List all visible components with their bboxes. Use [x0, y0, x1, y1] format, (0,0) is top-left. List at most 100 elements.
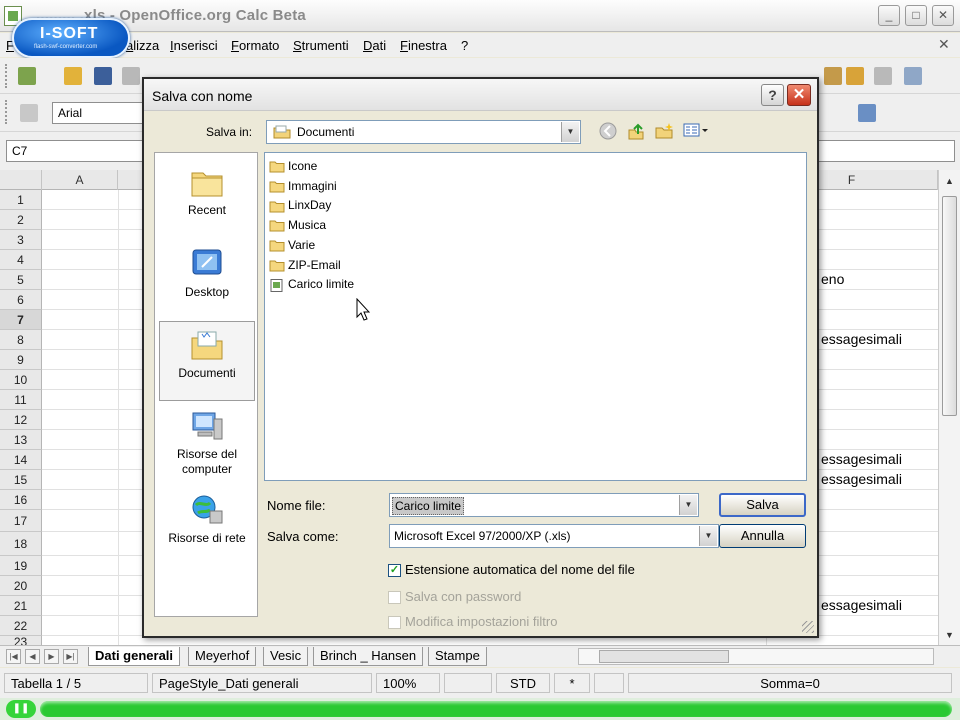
folder-item[interactable]: LinxDay	[269, 196, 331, 214]
menu-inserisci[interactable]: Inserisci	[170, 38, 218, 53]
vertical-scrollbar[interactable]: ▲ ▼	[938, 170, 960, 647]
folder-item[interactable]: Varie	[269, 236, 315, 254]
menu-finestra[interactable]: Finestra	[400, 38, 447, 53]
row-header[interactable]: 15	[0, 470, 42, 490]
row-header[interactable]: 13	[0, 430, 42, 450]
file-item[interactable]: Carico limite	[269, 275, 354, 293]
row-header[interactable]: 11	[0, 390, 42, 410]
cell-text[interactable]: essagesimali	[821, 471, 902, 487]
save-button[interactable]: Salva	[719, 493, 806, 517]
new-document-icon[interactable]	[18, 67, 36, 85]
next-sheet-icon[interactable]: ▶	[44, 649, 59, 664]
close-window-button[interactable]: ✕	[932, 5, 954, 26]
data-sources-icon[interactable]	[874, 67, 892, 85]
menu-dati[interactable]: Dati	[363, 38, 386, 53]
new-folder-icon[interactable]	[653, 122, 675, 142]
maximize-button[interactable]: □	[905, 5, 927, 26]
navigator-icon[interactable]	[824, 67, 842, 85]
row-header[interactable]: 20	[0, 576, 42, 596]
row-header[interactable]: 21	[0, 596, 42, 616]
prev-sheet-icon[interactable]: ◀	[25, 649, 40, 664]
column-header-a[interactable]: A	[42, 170, 118, 190]
file-list[interactable]: Icone Immagini LinxDay Musica Varie ZIP-Email…	[264, 152, 807, 481]
chevron-down-icon[interactable]: ▼	[561, 122, 579, 142]
place-risorse-rete[interactable]: Risorse di rete	[159, 487, 255, 567]
horizontal-scroll-thumb[interactable]	[599, 650, 729, 663]
cell-text[interactable]: essagesimali	[821, 331, 902, 347]
styles-icon[interactable]	[20, 104, 38, 122]
gallery-icon[interactable]	[846, 67, 864, 85]
row-header[interactable]: 19	[0, 556, 42, 576]
row-header[interactable]: 1	[0, 190, 42, 210]
row-header[interactable]: 17	[0, 510, 42, 532]
sheet-tab-brinch-hansen[interactable]: Brinch _ Hansen	[313, 647, 424, 666]
scroll-up-icon[interactable]: ▲	[942, 174, 957, 190]
place-recent[interactable]: Recent	[159, 159, 255, 239]
cell-text[interactable]: essagesimali	[821, 451, 902, 467]
menu-visualizza[interactable]: alizza	[126, 38, 159, 53]
status-zoom[interactable]: 100%	[376, 673, 440, 693]
folder-item[interactable]: ZIP-Email	[269, 256, 341, 274]
video-progress-bar[interactable]: ❚❚	[0, 698, 960, 720]
filename-input[interactable]: Carico limite ▼	[389, 493, 699, 517]
dialog-close-button[interactable]: ✕	[787, 84, 811, 106]
row-header[interactable]: 7	[0, 310, 42, 330]
open-folder-icon[interactable]	[64, 67, 82, 85]
folder-item[interactable]: Immagini	[269, 177, 337, 195]
row-header[interactable]: 14	[0, 450, 42, 470]
status-selection-mode[interactable]: STD	[496, 673, 550, 693]
first-sheet-icon[interactable]: |◀	[6, 649, 21, 664]
place-risorse-computer[interactable]: Risorse del computer	[159, 403, 255, 483]
cancel-button[interactable]: Annulla	[719, 524, 806, 548]
progress-track[interactable]	[40, 701, 952, 717]
formula-input[interactable]	[815, 140, 955, 162]
minimize-button[interactable]: _	[878, 5, 900, 26]
sheet-tab-vesic[interactable]: Vesic	[263, 647, 309, 666]
menu-formato[interactable]: Formato	[231, 38, 279, 53]
auto-extension-checkbox[interactable]: ✓ Estensione automatica del nome del file	[388, 562, 635, 580]
menu-strumenti[interactable]: Strumenti	[293, 38, 349, 53]
row-header[interactable]: 16	[0, 490, 42, 510]
row-header[interactable]: 5	[0, 270, 42, 290]
save-in-combo[interactable]: Documenti ▼	[266, 120, 581, 144]
row-header[interactable]: 18	[0, 532, 42, 556]
checkbox-checked-icon[interactable]: ✓	[388, 564, 401, 578]
row-header[interactable]: 2	[0, 210, 42, 230]
sheet-tab-dati-generali[interactable]: Dati generali	[88, 647, 181, 666]
dialog-help-button[interactable]: ?	[761, 84, 784, 106]
horizontal-scrollbar[interactable]	[578, 648, 934, 665]
row-header[interactable]: 9	[0, 350, 42, 370]
row-header[interactable]: 12	[0, 410, 42, 430]
save-icon[interactable]	[94, 67, 112, 85]
cell-text[interactable]: essagesimali	[821, 597, 902, 613]
background-color-icon[interactable]	[858, 104, 876, 122]
email-icon[interactable]	[122, 67, 140, 85]
up-folder-icon[interactable]	[625, 122, 647, 142]
last-sheet-icon[interactable]: ▶|	[63, 649, 78, 664]
font-name-input[interactable]: Arial	[52, 102, 144, 124]
sheet-tab-meyerhof[interactable]: Meyerhof	[188, 647, 257, 666]
folder-item[interactable]: Musica	[269, 216, 326, 234]
folder-item[interactable]: Icone	[269, 157, 317, 175]
scroll-thumb[interactable]	[942, 196, 957, 416]
row-header[interactable]: 6	[0, 290, 42, 310]
chevron-down-icon[interactable]: ▼	[699, 526, 717, 546]
pause-icon[interactable]: ❚❚	[6, 700, 36, 718]
zoom-icon[interactable]	[904, 67, 922, 85]
close-document-icon[interactable]: ✕	[938, 36, 950, 53]
select-all-corner[interactable]	[0, 170, 42, 190]
back-icon[interactable]	[597, 122, 619, 142]
place-desktop[interactable]: Desktop	[159, 241, 255, 321]
sheet-tab-stampe[interactable]: Stampe	[428, 647, 487, 666]
view-menu-icon[interactable]	[681, 122, 711, 142]
resize-grip-icon[interactable]	[802, 621, 814, 633]
scroll-down-icon[interactable]: ▼	[942, 628, 957, 644]
name-box[interactable]: C7	[6, 140, 148, 162]
cell-text[interactable]: eno	[821, 271, 844, 287]
row-header[interactable]: 4	[0, 250, 42, 270]
row-header[interactable]: 22	[0, 616, 42, 636]
row-header[interactable]: 3	[0, 230, 42, 250]
place-documenti[interactable]: Documenti	[159, 321, 255, 401]
chevron-down-icon[interactable]: ▼	[679, 495, 697, 515]
row-header[interactable]: 8	[0, 330, 42, 350]
